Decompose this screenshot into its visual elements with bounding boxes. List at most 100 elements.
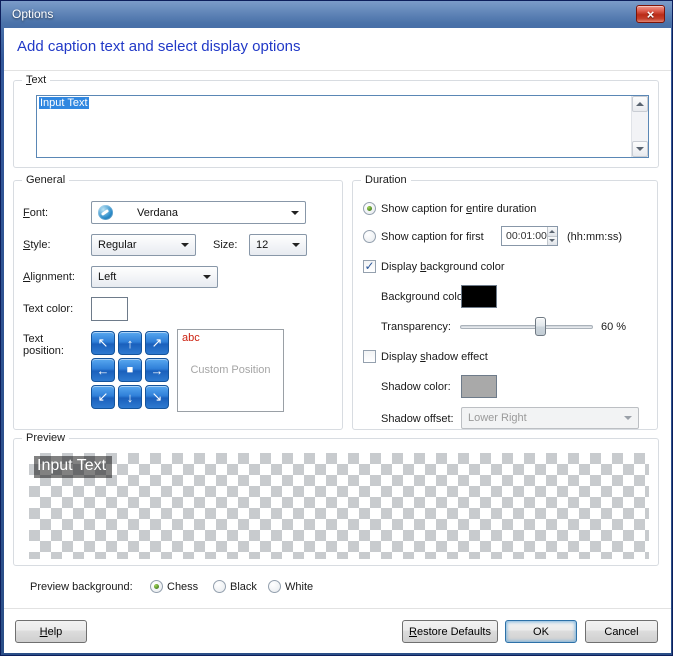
- preview-background-label: Preview background:: [30, 581, 133, 593]
- shadow-effect-checkbox[interactable]: [363, 350, 376, 363]
- entire-duration-radio[interactable]: [363, 202, 376, 215]
- alignment-value: Left: [98, 271, 116, 283]
- first-duration-radio[interactable]: [363, 230, 376, 243]
- chevron-down-icon: [292, 243, 300, 247]
- transparency-value: 60 %: [601, 321, 626, 333]
- chevron-down-icon: [291, 211, 299, 215]
- caption-text-input[interactable]: Input Text: [36, 95, 649, 158]
- arrow-down-icon: ↓: [127, 390, 134, 405]
- preview-bg-white-label[interactable]: White: [285, 581, 313, 593]
- position-right-button[interactable]: →: [145, 358, 169, 382]
- slider-thumb[interactable]: [535, 317, 546, 336]
- position-caption: Custom Position: [178, 364, 283, 376]
- scroll-up-button[interactable]: [632, 96, 648, 112]
- background-color-checkbox-label[interactable]: Display background color: [381, 261, 505, 273]
- ok-button[interactable]: OK: [505, 620, 577, 643]
- preview-canvas: Input Text: [29, 453, 649, 559]
- background-color-checkbox[interactable]: [363, 260, 376, 273]
- shadow-color-label: Shadow color:: [381, 381, 451, 393]
- slider-track[interactable]: [460, 325, 593, 329]
- text-group: Text Input Text: [13, 80, 659, 168]
- first-duration-label[interactable]: Show caption for first: [381, 231, 484, 243]
- general-group-label: General: [22, 174, 69, 186]
- font-value: Verdana: [137, 207, 178, 219]
- caption-text-content: Input Text: [37, 96, 631, 157]
- page-title: Add caption text and select display opti…: [17, 38, 301, 55]
- chevron-down-icon: [203, 275, 211, 279]
- shadow-offset-label: Shadow offset:: [381, 413, 454, 425]
- preview-bg-chess-radio[interactable]: [150, 580, 163, 593]
- position-bottom-button[interactable]: ↓: [118, 385, 142, 409]
- alignment-label: Alignment:: [23, 271, 75, 283]
- position-center-button[interactable]: ■: [118, 358, 142, 382]
- close-button[interactable]: ×: [636, 5, 665, 23]
- arrow-up-icon: [549, 230, 555, 233]
- dialog-body: Add caption text and select display opti…: [4, 28, 671, 653]
- text-position-grid: ↖ ↑ ↗ ← ■ → ↙ ↓ ↘: [91, 331, 169, 409]
- restore-defaults-button[interactable]: Restore Defaults: [402, 620, 498, 643]
- help-button-label: Help: [40, 626, 63, 638]
- position-top-right-button[interactable]: ↗: [145, 331, 169, 355]
- caption-text-value: Input Text: [39, 97, 89, 109]
- spinner-buttons: [547, 227, 557, 245]
- spin-down-button[interactable]: [548, 236, 557, 246]
- spin-up-button[interactable]: [548, 227, 557, 236]
- position-top-button[interactable]: ↑: [118, 331, 142, 355]
- size-value: 12: [256, 239, 268, 251]
- close-icon: ×: [647, 7, 655, 22]
- cancel-button[interactable]: Cancel: [585, 620, 658, 643]
- titlebar[interactable]: Options ×: [1, 1, 672, 28]
- background-color-swatch[interactable]: [461, 285, 497, 308]
- position-top-left-button[interactable]: ↖: [91, 331, 115, 355]
- shadow-effect-checkbox-label[interactable]: Display shadow effect: [381, 351, 488, 363]
- textarea-scrollbar[interactable]: [631, 96, 648, 157]
- background-color-label: Background color:: [381, 291, 470, 303]
- transparency-slider[interactable]: [460, 317, 593, 337]
- cancel-button-label: Cancel: [604, 626, 638, 638]
- ok-button-label: OK: [533, 626, 549, 638]
- preview-bg-white-radio[interactable]: [268, 580, 281, 593]
- duration-time-spinner[interactable]: 00:01:00: [501, 226, 558, 246]
- duration-group-label: Duration: [361, 174, 411, 186]
- text-color-swatch[interactable]: [91, 297, 128, 321]
- font-select[interactable]: Verdana: [91, 201, 306, 224]
- font-label: Font:: [23, 207, 48, 219]
- arrow-down-icon: [549, 239, 555, 242]
- preview-bg-black-label[interactable]: Black: [230, 581, 257, 593]
- position-bottom-left-button[interactable]: ↙: [91, 385, 115, 409]
- style-select[interactable]: Regular: [91, 234, 196, 256]
- preview-bg-black-radio[interactable]: [213, 580, 226, 593]
- center-square-icon: ■: [127, 364, 134, 376]
- duration-time-value[interactable]: 00:01:00: [502, 227, 547, 245]
- text-color-label: Text color:: [23, 303, 73, 315]
- chevron-down-icon: [624, 416, 632, 420]
- text-group-label: Text: [22, 74, 50, 86]
- font-icon: [98, 205, 113, 220]
- footer-divider: [4, 608, 671, 609]
- help-button[interactable]: Help: [15, 620, 87, 643]
- general-group: General Font: Verdana Style: Regular Siz…: [13, 180, 343, 430]
- scroll-down-button[interactable]: [632, 141, 648, 157]
- preview-group-label: Preview: [22, 432, 69, 444]
- arrow-right-icon: →: [151, 363, 164, 378]
- chevron-down-icon: [181, 243, 189, 247]
- shadow-offset-value: Lower Right: [468, 412, 527, 424]
- shadow-color-swatch[interactable]: [461, 375, 497, 398]
- position-sample-text: abc: [182, 332, 200, 344]
- window-title: Options: [12, 7, 53, 21]
- position-left-button[interactable]: ←: [91, 358, 115, 382]
- alignment-select[interactable]: Left: [91, 266, 218, 288]
- arrow-down-icon: [636, 147, 644, 151]
- preview-bg-chess-label[interactable]: Chess: [167, 581, 198, 593]
- size-select[interactable]: 12: [249, 234, 307, 256]
- size-label: Size:: [213, 239, 237, 251]
- preview-group: Preview Input Text: [13, 438, 659, 566]
- position-preview-box: abc Custom Position: [177, 329, 284, 412]
- arrow-up-icon: [636, 102, 644, 106]
- arrow-up-icon: ↑: [127, 336, 134, 351]
- shadow-offset-select: Lower Right: [461, 407, 639, 429]
- entire-duration-label[interactable]: Show caption for entire duration: [381, 203, 536, 215]
- text-position-label: Text position:: [23, 333, 81, 357]
- restore-defaults-label: Restore Defaults: [409, 626, 491, 638]
- position-bottom-right-button[interactable]: ↘: [145, 385, 169, 409]
